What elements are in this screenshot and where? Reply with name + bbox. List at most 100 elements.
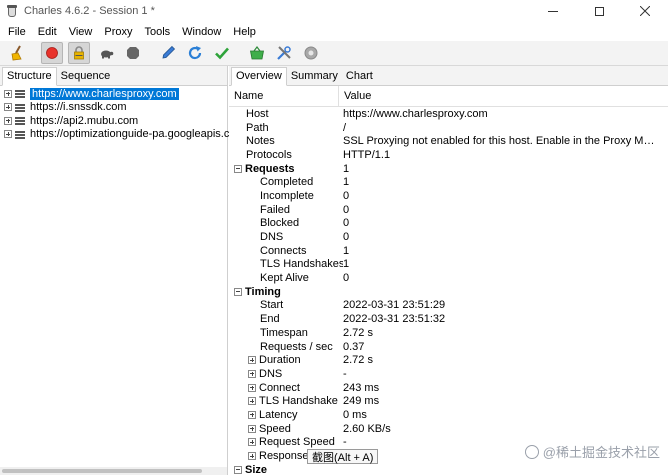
shopping-basket-button[interactable]: [246, 42, 268, 64]
expand-icon[interactable]: [4, 103, 12, 112]
host-tree: https://www.charlesproxy.com https://i.s…: [0, 86, 235, 142]
table-row[interactable]: Failed 0: [229, 203, 668, 217]
tree-item-host[interactable]: https://www.charlesproxy.com: [0, 87, 227, 101]
validate-button[interactable]: [211, 42, 233, 64]
table-row[interactable]: DNS -: [229, 367, 668, 381]
collapse-icon[interactable]: [234, 164, 242, 173]
collapse-icon[interactable]: [234, 287, 242, 296]
settings-button[interactable]: [300, 42, 322, 64]
expand-icon[interactable]: [248, 424, 256, 433]
table-row[interactable]: Requests / sec 0.37: [229, 340, 668, 354]
tab-summary[interactable]: Summary: [287, 68, 342, 85]
record-button[interactable]: [41, 42, 63, 64]
tools-button[interactable]: [273, 42, 295, 64]
row-name-cell: Size: [229, 464, 343, 475]
refresh-icon: [188, 46, 202, 60]
expand-icon[interactable]: [248, 383, 256, 392]
juejin-logo-icon: [524, 444, 539, 459]
table-row[interactable]: Notes SSL Proxying not enabled for this h…: [229, 134, 668, 148]
throttle-button[interactable]: [95, 42, 117, 64]
row-name-cell: Notes: [229, 135, 343, 147]
close-button[interactable]: [622, 0, 668, 22]
column-header-name[interactable]: Name: [229, 86, 339, 106]
table-row[interactable]: Timespan 2.72 s: [229, 326, 668, 340]
table-row[interactable]: Latency 0 ms: [229, 408, 668, 422]
table-row[interactable]: Duration 2.72 s: [229, 353, 668, 367]
tab-sequence[interactable]: Sequence: [57, 68, 115, 85]
compose-button[interactable]: [157, 42, 179, 64]
menu-window[interactable]: Window: [176, 26, 227, 38]
table-row[interactable]: TLS Handshake 249 ms: [229, 394, 668, 408]
menu-proxy[interactable]: Proxy: [98, 26, 138, 38]
clear-session-button[interactable]: [6, 42, 28, 64]
menu-edit[interactable]: Edit: [32, 26, 63, 38]
row-value: 2022-03-31 23:51:32: [343, 313, 446, 326]
table-row[interactable]: DNS 0: [229, 230, 668, 244]
broom-icon: [11, 45, 22, 61]
table-row[interactable]: Path /: [229, 121, 668, 135]
tab-structure[interactable]: Structure: [2, 67, 57, 86]
table-row[interactable]: Completed 1: [229, 175, 668, 189]
expand-icon[interactable]: [4, 89, 12, 98]
ssl-proxying-icon: [74, 46, 84, 60]
tree-item-host[interactable]: https://api2.mubu.com: [0, 114, 227, 128]
row-value: 0: [343, 231, 350, 244]
table-row[interactable]: Timing: [229, 285, 668, 299]
table-row[interactable]: Requests 1: [229, 162, 668, 176]
toolbar: [0, 41, 668, 66]
tab-chart[interactable]: Chart: [342, 68, 377, 85]
table-row[interactable]: Host https://www.charlesproxy.com: [229, 107, 668, 121]
row-name: Path: [246, 121, 269, 134]
expand-icon[interactable]: [248, 438, 256, 447]
row-name: Kept Alive: [260, 272, 309, 285]
expand-icon[interactable]: [248, 452, 256, 461]
table-row[interactable]: Protocols HTTP/1.1: [229, 148, 668, 162]
row-name: Host: [246, 107, 269, 120]
table-row[interactable]: Connects 1: [229, 244, 668, 258]
breakpoints-button[interactable]: [122, 42, 144, 64]
ssl-proxying-button[interactable]: [68, 42, 90, 64]
row-name: Connects: [260, 244, 307, 257]
table-row[interactable]: Start 2022-03-31 23:51:29: [229, 299, 668, 313]
table-row[interactable]: Blocked 0: [229, 217, 668, 231]
menu-file[interactable]: File: [2, 26, 32, 38]
menu-tools[interactable]: Tools: [138, 26, 176, 38]
menu-view[interactable]: View: [63, 26, 99, 38]
maximize-button[interactable]: [576, 0, 622, 22]
tools-icon: [277, 46, 291, 60]
row-name-cell: End: [229, 313, 343, 325]
collapse-icon[interactable]: [234, 465, 242, 474]
minimize-button[interactable]: [530, 0, 576, 22]
table-row[interactable]: End 2022-03-31 23:51:32: [229, 312, 668, 326]
table-row[interactable]: Kept Alive 0: [229, 271, 668, 285]
repeat-button[interactable]: [184, 42, 206, 64]
tree-item-host[interactable]: https://optimizationguide-pa.googleapis.…: [0, 128, 235, 142]
tree-item-host[interactable]: https://i.snssdk.com: [0, 101, 227, 115]
horizontal-scrollbar[interactable]: [0, 467, 227, 475]
table-row[interactable]: Speed 2.60 KB/s: [229, 422, 668, 436]
expand-icon[interactable]: [4, 116, 12, 125]
host-icon: [15, 116, 25, 126]
row-name: Connect: [259, 381, 300, 394]
table-row[interactable]: Connect 243 ms: [229, 381, 668, 395]
table-row[interactable]: TLS Handshakes 1: [229, 258, 668, 272]
column-header-value[interactable]: Value: [339, 90, 371, 102]
expand-icon[interactable]: [248, 369, 256, 378]
row-value: 1: [343, 176, 350, 189]
detail-panel: Overview Summary Chart Name Value Host ht…: [229, 66, 668, 475]
tab-overview[interactable]: Overview: [231, 67, 287, 86]
expand-icon[interactable]: [248, 397, 256, 406]
row-value: HTTP/1.1: [343, 148, 391, 161]
row-name-cell: Protocols: [229, 149, 343, 161]
menu-help[interactable]: Help: [227, 26, 262, 38]
expand-icon[interactable]: [248, 356, 256, 365]
row-name: DNS: [260, 231, 284, 244]
table-row[interactable]: Size: [229, 463, 668, 475]
row-value: 2.72 s: [343, 326, 373, 339]
host-icon: [15, 130, 25, 139]
expand-icon[interactable]: [248, 410, 256, 419]
row-name: Requests: [245, 162, 295, 175]
table-row[interactable]: Incomplete 0: [229, 189, 668, 203]
expand-icon[interactable]: [4, 130, 12, 139]
row-name-cell: Timing: [229, 286, 343, 298]
